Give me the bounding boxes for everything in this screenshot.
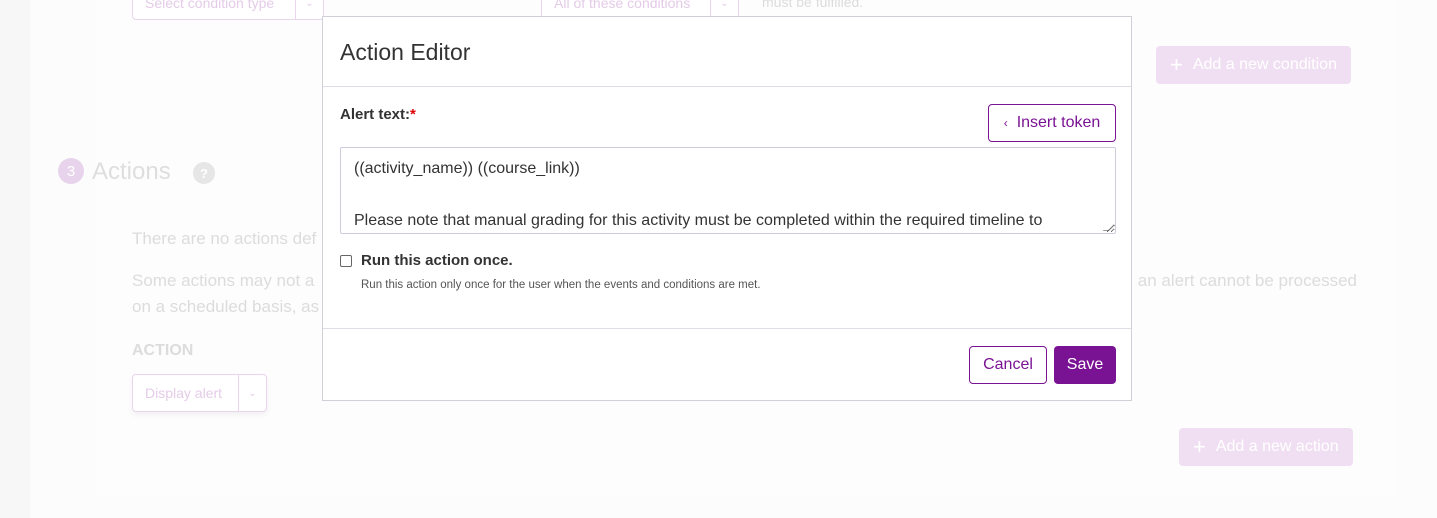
insert-token-button[interactable]: ‹ Insert token [988, 104, 1116, 142]
condition-type-select[interactable]: Select condition type ⌄ [132, 0, 324, 20]
button-label: Insert token [1016, 114, 1101, 131]
note-text-line2: on a scheduled basis, as [132, 297, 320, 316]
dialog-footer: Cancel Save [323, 328, 1131, 401]
cancel-button[interactable]: Cancel [969, 346, 1047, 384]
note-text-right: an alert cannot be processed [1137, 271, 1357, 290]
action-label: ACTION [132, 342, 194, 359]
resize-handle-icon[interactable] [1102, 224, 1115, 231]
run-once-checkbox[interactable] [340, 255, 352, 267]
text-line [354, 182, 1102, 208]
plus-icon: + [1193, 434, 1206, 459]
chevron-down-icon: ⌄ [238, 375, 266, 411]
action-editor-dialog: Action Editor Alert text:* ‹ Insert token… [322, 16, 1132, 401]
add-action-button[interactable]: + Add a new action [1179, 428, 1353, 466]
dialog-title: Action Editor [340, 39, 471, 65]
select-value: All of these conditions [554, 0, 691, 11]
add-condition-button[interactable]: + Add a new condition [1156, 46, 1351, 84]
label-text: Alert text: [340, 106, 411, 123]
action-type-select[interactable]: Display alert ⌄ [132, 374, 267, 412]
select-value: Display alert [145, 385, 223, 401]
chevron-left-icon: ‹ [1003, 116, 1008, 130]
alert-text-textarea[interactable]: ((activity_name)) ((course_link)) Please… [340, 147, 1116, 234]
required-marker: * [410, 106, 416, 123]
button-label: Add a new action [1215, 438, 1339, 455]
alert-text-label: Alert text:* [340, 106, 416, 123]
step-number-badge: 3 [58, 158, 84, 184]
button-label: Add a new condition [1192, 56, 1337, 73]
dialog-header: Action Editor [323, 17, 1131, 87]
text-line: Please note that manual grading for this… [354, 212, 1043, 229]
select-value: Select condition type [145, 0, 275, 11]
no-actions-text: There are no actions def [132, 229, 317, 248]
help-icon[interactable]: ? [193, 162, 215, 184]
section-title: Actions [92, 158, 171, 185]
run-once-label[interactable]: Run this action once. [361, 252, 513, 269]
note-text-left: Some actions may not a [132, 271, 315, 290]
text-line: ((activity_name)) ((course_link)) [354, 160, 580, 177]
conditions-hint: must be fulfilled. [762, 0, 864, 10]
run-once-help-text: Run this action only once for the user w… [361, 279, 761, 291]
chevron-down-icon: ⌄ [295, 0, 323, 19]
plus-icon: + [1170, 52, 1183, 77]
save-button[interactable]: Save [1054, 346, 1116, 384]
